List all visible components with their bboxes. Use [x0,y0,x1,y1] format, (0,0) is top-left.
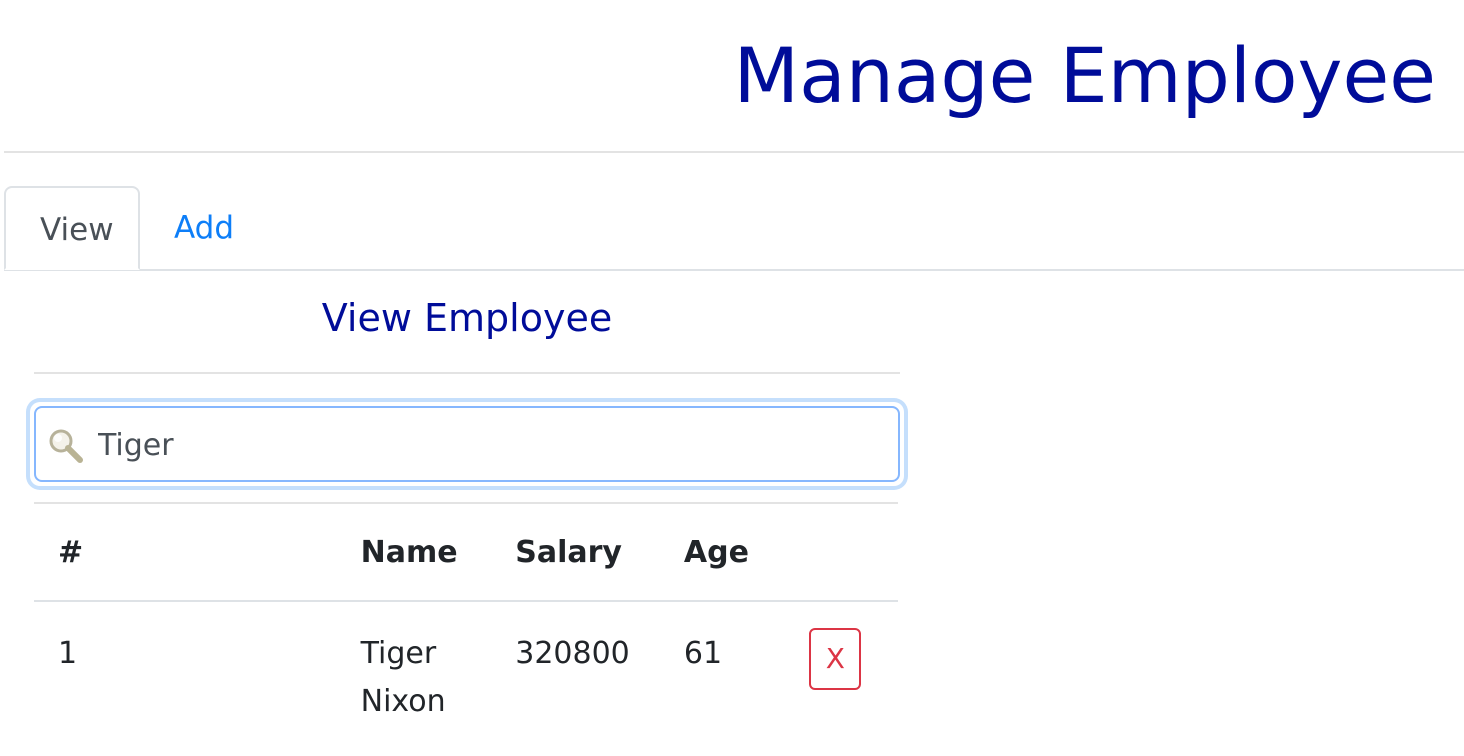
column-header-number: # [34,504,337,602]
search-icon [49,429,83,463]
page-header: Manage Employee [0,0,1464,153]
cell-index: 1 [58,636,78,671]
tab-view[interactable]: View [4,186,140,270]
cell-age: 61 [683,636,723,671]
section-title: View Employee [321,296,613,340]
tab-bar: View Add [4,186,1464,271]
cell-salary: 320800 [515,636,630,671]
delete-button[interactable]: X [809,628,862,690]
page-title: Manage Employee [733,31,1436,120]
column-header-name: Name [336,504,492,602]
search-focus-ring [30,402,904,486]
column-header-age: Age [659,504,784,602]
column-header-salary: Salary [491,504,660,602]
cell-name: Tiger Nixon [360,636,446,719]
employee-table: # Name Salary Age 1 Tiger Nixon 320800 6… [34,504,898,726]
search-box[interactable] [34,406,900,482]
tab-add[interactable]: Add [140,186,268,270]
cell-actions: X [783,601,898,726]
table-row: 1 Tiger Nixon 320800 61 X [34,601,898,726]
section-divider [34,372,900,374]
column-header-actions [783,504,898,602]
table-header-row: # Name Salary Age [34,504,898,602]
search-input[interactable] [96,416,890,474]
header-divider [4,151,1464,153]
